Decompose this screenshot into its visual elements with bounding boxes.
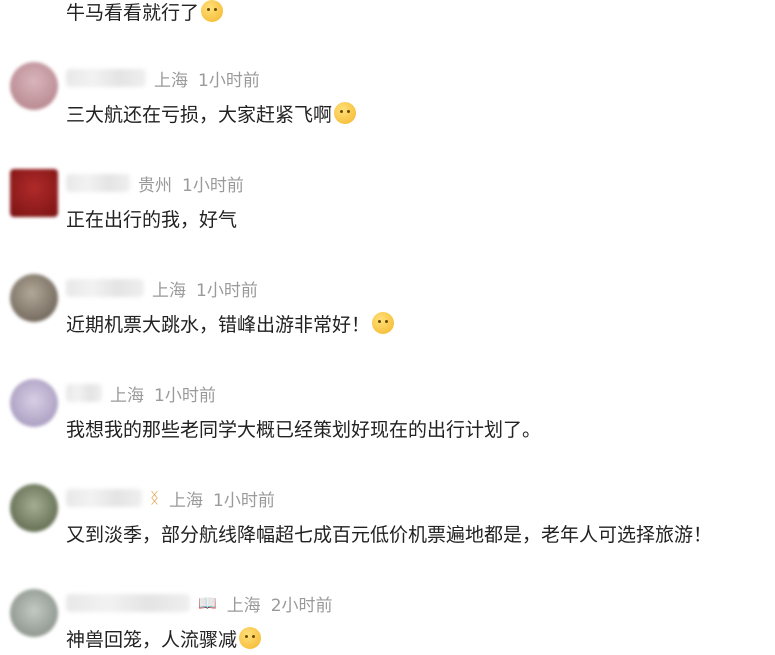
timestamp: 2小时前	[270, 595, 333, 616]
comment-meta: 上海 1小时前	[66, 380, 216, 406]
timestamp: 1小时前	[198, 70, 260, 91]
username-blurred[interactable]	[66, 594, 190, 612]
comment-text: 我想我的那些老同学大概已经策划好现在的出行计划了。	[66, 418, 542, 441]
comment-text-row: 牛马看看就行了	[66, 0, 224, 26]
smirk-face-icon	[201, 0, 224, 22]
comment-meta: 上海 1小时前	[66, 275, 258, 301]
timestamp: 1小时前	[182, 175, 244, 196]
username-blurred[interactable]	[66, 174, 130, 192]
avatar[interactable]	[10, 589, 58, 637]
timestamp: 1小时前	[154, 385, 216, 406]
comment-text-row: 神兽回笼，人流骤减	[66, 623, 262, 653]
comment-text: 又到淡季，部分航线降幅超七成百元低价机票遍地都是，老年人可选择旅游！	[66, 523, 713, 546]
avatar[interactable]	[10, 62, 58, 110]
comment-text: 牛马看看就行了	[66, 1, 200, 24]
comment-text: 三大航还在亏损，大家赶紧飞啊	[66, 103, 333, 126]
comment-text-row: 近期机票大跳水，错峰出游非常好！	[66, 308, 395, 338]
username-blurred[interactable]	[66, 489, 142, 507]
comment-text: 近期机票大跳水，错峰出游非常好！	[66, 313, 371, 336]
exploding-head-icon	[334, 102, 357, 124]
location-label: 上海	[169, 490, 204, 511]
timestamp: 1小时前	[196, 280, 258, 301]
location-label: 贵州	[138, 175, 172, 196]
avatar[interactable]	[10, 379, 58, 427]
timestamp: 1小时前	[213, 490, 275, 511]
location-label: 上海	[110, 385, 144, 406]
hug-face-icon	[372, 312, 395, 334]
comment-meta: ᛝ 上海 1小时前	[66, 485, 275, 511]
member-badge-icon: ᛝ	[150, 489, 160, 507]
comment-meta: 📖 上海 2小时前	[66, 590, 333, 616]
username-blurred[interactable]	[66, 384, 102, 402]
book-badge-icon: 📖	[198, 594, 217, 612]
laugh-tears-icon	[239, 627, 262, 649]
location-label: 上海	[152, 280, 186, 301]
comment-text: 正在出行的我，好气	[66, 208, 238, 231]
comment-text: 神兽回笼，人流骤减	[66, 628, 238, 651]
comment-text-row: 正在出行的我，好气	[66, 203, 237, 233]
username-blurred[interactable]	[66, 69, 146, 87]
comment-text-row: 又到淡季，部分航线降幅超七成百元低价机票遍地都是，老年人可选择旅游！	[66, 518, 712, 548]
comment-meta: 上海 1小时前	[66, 65, 260, 91]
avatar[interactable]	[10, 484, 58, 532]
location-label: 上海	[154, 70, 188, 91]
avatar[interactable]	[10, 169, 58, 217]
comment-text-row: 三大航还在亏损，大家赶紧飞啊	[66, 98, 357, 128]
username-blurred[interactable]	[66, 279, 144, 297]
comment-text-row: 我想我的那些老同学大概已经策划好现在的出行计划了。	[66, 413, 541, 443]
comment-meta: 贵州 1小时前	[66, 170, 244, 196]
avatar[interactable]	[10, 274, 58, 322]
location-label: 上海	[226, 595, 261, 616]
